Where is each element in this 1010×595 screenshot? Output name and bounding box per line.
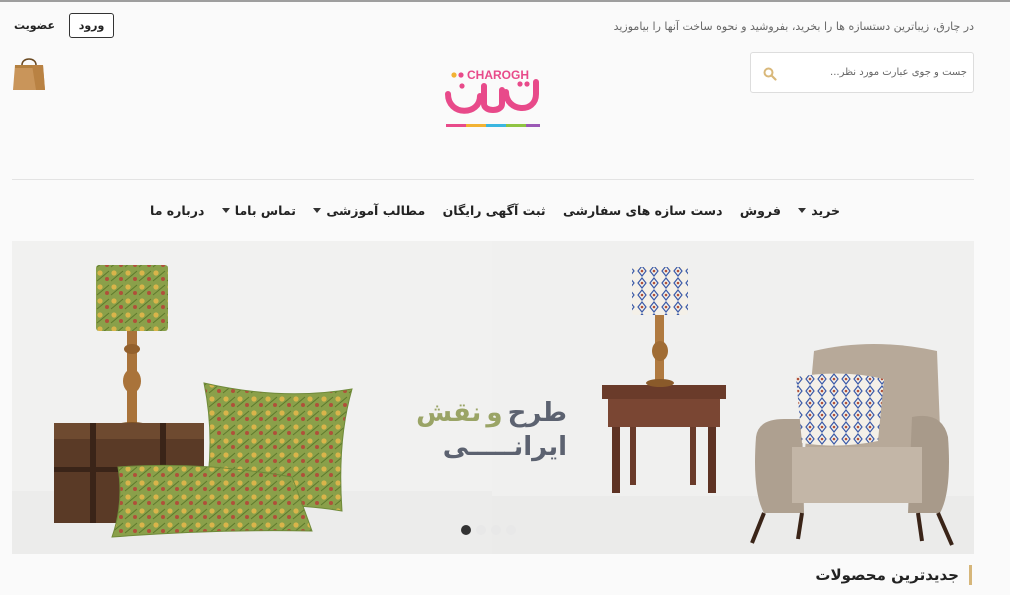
banner-headline-word-1: طرح bbox=[508, 398, 567, 428]
nav-item-label: ثبت آگهی رایگان bbox=[442, 202, 546, 218]
site-logo[interactable]: CHAROGH bbox=[440, 64, 550, 130]
nav-item-custom-handicrafts[interactable]: دست سازه های سفارشی bbox=[563, 203, 723, 218]
nav-item-buy[interactable]: خرید bbox=[798, 203, 840, 218]
search-box bbox=[750, 52, 974, 93]
shopping-bag-icon[interactable] bbox=[12, 53, 46, 91]
search-input[interactable] bbox=[789, 53, 967, 92]
banner-headline-line-2: ایرانـــــی bbox=[443, 432, 567, 462]
signup-button[interactable]: عضویت bbox=[14, 19, 55, 32]
section-title-newest: جدیدترین محصولات bbox=[815, 565, 972, 585]
nav-item-tutorials[interactable]: مطالب آموزشی bbox=[313, 203, 425, 218]
slider-dot-3[interactable] bbox=[491, 525, 501, 535]
banner-headline-word-2: و bbox=[484, 398, 502, 428]
login-button[interactable]: ورود bbox=[69, 13, 115, 38]
nav-item-sell[interactable]: فروش bbox=[740, 203, 781, 218]
slider-dot-2[interactable] bbox=[476, 525, 486, 535]
top-border bbox=[0, 0, 1010, 2]
nav-item-about[interactable]: درباره ما bbox=[150, 203, 204, 218]
caret-down-icon bbox=[798, 207, 807, 213]
nav-item-label: مطالب آموزشی bbox=[326, 202, 426, 218]
banner-headline-word-3: نقش bbox=[416, 398, 481, 428]
nav-item-label: خرید bbox=[811, 202, 840, 218]
nav-item-label: تماس باما bbox=[234, 202, 296, 218]
header-divider bbox=[12, 179, 974, 180]
search-icon[interactable] bbox=[763, 66, 777, 81]
nav-item-free-ad[interactable]: ثبت آگهی رایگان bbox=[443, 203, 546, 218]
nav-item-label: دست سازه های سفارشی bbox=[563, 202, 723, 218]
nav-item-label: درباره ما bbox=[150, 202, 205, 218]
nav-item-contact[interactable]: تماس باما bbox=[221, 202, 296, 218]
logo-latin-text: CHAROGH bbox=[467, 68, 529, 82]
caret-down-icon bbox=[313, 207, 322, 213]
slider-dot-1[interactable] bbox=[461, 525, 471, 535]
svg-text:طرح و نقش: طرح و نقش bbox=[416, 398, 567, 428]
hero-slider[interactable]: طرح و نقش ایرانـــــی bbox=[12, 241, 974, 554]
caret-down-icon bbox=[221, 207, 230, 213]
slider-dot-4[interactable] bbox=[506, 525, 516, 535]
main-nav: خرید فروش دست سازه های سفارشی ثبت آگهی ر… bbox=[150, 198, 840, 222]
site-tagline: در چارق، زیباترین دستسازه ها را بخرید، ب… bbox=[613, 20, 974, 33]
nav-item-label: فروش bbox=[739, 202, 781, 218]
slider-dots bbox=[461, 525, 516, 535]
auth-links: عضویت ورود bbox=[14, 13, 115, 38]
